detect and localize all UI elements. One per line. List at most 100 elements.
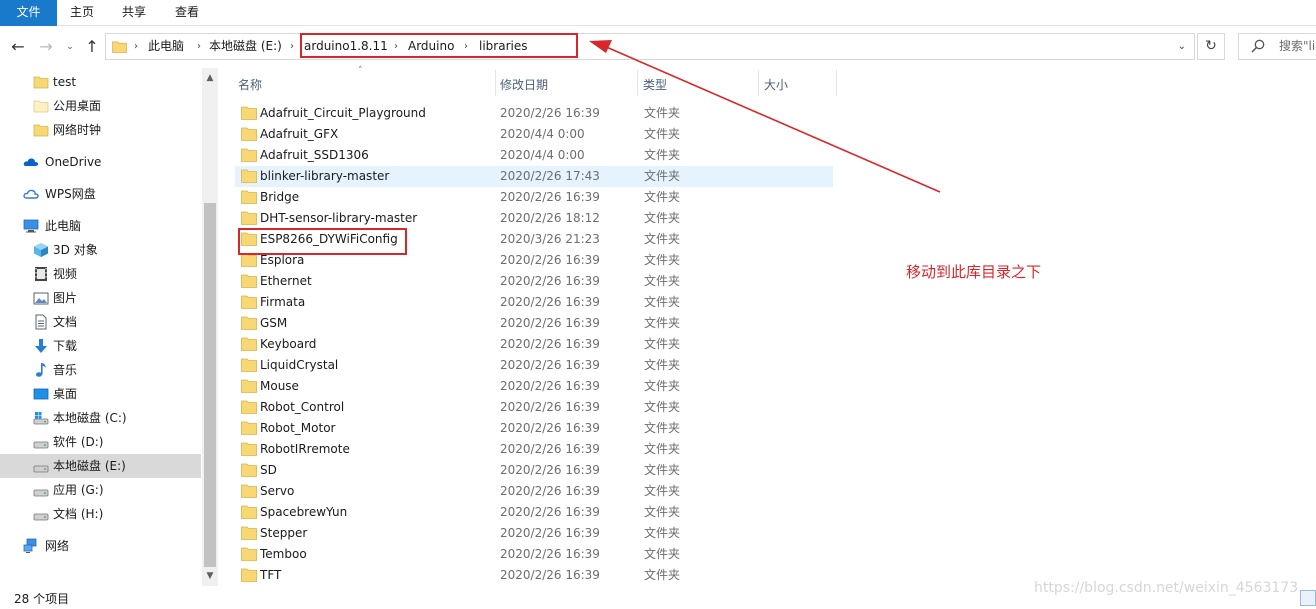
- column-header-name[interactable]: 名称: [238, 68, 496, 98]
- file-name: LiquidCrystal: [260, 358, 339, 372]
- column-divider[interactable]: [758, 70, 759, 96]
- folder-icon: [241, 568, 257, 582]
- sidebar-item-3d-objects[interactable]: 3D 对象: [0, 238, 201, 262]
- file-type: 文件夹: [644, 526, 681, 540]
- folder-icon: [241, 190, 257, 204]
- table-row[interactable]: SpacebrewYun 2020/2/26 16:39 文件夹: [235, 502, 833, 523]
- sidebar-item-test[interactable]: test: [0, 70, 201, 94]
- refresh-icon[interactable]: ↻: [1197, 33, 1225, 60]
- breadcrumb-chevron-icon[interactable]: ›: [197, 34, 201, 59]
- table-row[interactable]: Robot_Control 2020/2/26 16:39 文件夹: [235, 397, 833, 418]
- table-row[interactable]: LiquidCrystal 2020/2/26 16:39 文件夹: [235, 355, 833, 376]
- file-date: 2020/2/26 16:39: [500, 568, 600, 582]
- sidebar-item-network[interactable]: 网络: [0, 534, 201, 558]
- search-icon: [1251, 39, 1265, 53]
- file-type: 文件夹: [644, 211, 681, 225]
- file-date: 2020/2/26 16:39: [500, 421, 600, 435]
- file-type: 文件夹: [644, 169, 681, 183]
- scroll-up-arrow-icon[interactable]: ▲: [202, 70, 218, 86]
- tab-view[interactable]: 查看: [162, 0, 212, 26]
- column-header-label: 名称: [238, 78, 263, 92]
- back-arrow-icon[interactable]: ←: [8, 37, 28, 57]
- folder-icon: [241, 526, 257, 540]
- file-date: 2020/2/26 16:39: [500, 463, 600, 477]
- sidebar-item-documents[interactable]: 文档: [0, 310, 201, 334]
- column-header-date[interactable]: 修改日期: [500, 68, 636, 98]
- sidebar-item-label: OneDrive: [45, 155, 102, 169]
- table-row[interactable]: TFT 2020/2/26 16:39 文件夹: [235, 565, 833, 586]
- sidebar-item-onedrive[interactable]: OneDrive: [0, 150, 201, 174]
- table-row[interactable]: RobotIRremote 2020/2/26 16:39 文件夹: [235, 439, 833, 460]
- scrollbar-thumb[interactable]: [204, 203, 216, 567]
- sidebar-item-downloads[interactable]: 下载: [0, 334, 201, 358]
- address-bar[interactable]: › 此电脑 › 本地磁盘 (E:) › arduino1.8.11 › Ardu…: [105, 33, 1195, 60]
- file-type: 文件夹: [644, 568, 681, 582]
- item-count: 28 个项目: [14, 592, 70, 606]
- sidebar-item-label: 网络: [45, 539, 70, 553]
- navigation-pane: test 公用桌面 网络时钟 OneDrive WPS网盘 此电脑 3D 对象 …: [0, 68, 201, 586]
- address-dropdown-chevron-icon[interactable]: ⌄: [1178, 34, 1186, 59]
- computer-icon: [23, 219, 39, 233]
- sidebar-item-wps-drive[interactable]: WPS网盘: [0, 182, 201, 206]
- table-row[interactable]: Bridge 2020/2/26 16:39 文件夹: [235, 187, 833, 208]
- table-row[interactable]: blinker-library-master 2020/2/26 17:43 文…: [235, 166, 833, 187]
- column-header-size[interactable]: 大小: [764, 68, 836, 98]
- table-row[interactable]: Temboo 2020/2/26 16:39 文件夹: [235, 544, 833, 565]
- search-input[interactable]: 搜索"li: [1279, 34, 1315, 59]
- up-arrow-icon[interactable]: ↑: [82, 37, 102, 57]
- column-divider[interactable]: [637, 70, 638, 96]
- table-row[interactable]: Stepper 2020/2/26 16:39 文件夹: [235, 523, 833, 544]
- table-row[interactable]: Adafruit_Circuit_Playground 2020/2/26 16…: [235, 103, 833, 124]
- table-row[interactable]: Ethernet 2020/2/26 16:39 文件夹: [235, 271, 833, 292]
- sidebar-scrollbar[interactable]: ▲ ▼: [202, 68, 218, 586]
- search-box[interactable]: 搜索"li: [1238, 33, 1316, 60]
- sidebar-item-music[interactable]: 音乐: [0, 358, 201, 382]
- table-row[interactable]: Adafruit_GFX 2020/4/4 0:00 文件夹: [235, 124, 833, 145]
- breadcrumb-chevron-icon[interactable]: ›: [134, 34, 138, 59]
- sidebar-item-pictures[interactable]: 图片: [0, 286, 201, 310]
- sidebar-item-drive-d[interactable]: 软件 (D:): [0, 430, 201, 454]
- column-header-type[interactable]: 类型: [643, 68, 757, 98]
- table-row[interactable]: DHT-sensor-library-master 2020/2/26 18:1…: [235, 208, 833, 229]
- sidebar-item-drive-g[interactable]: 应用 (G:): [0, 478, 201, 502]
- sidebar-item-drive-c[interactable]: 本地磁盘 (C:): [0, 406, 201, 430]
- details-view-icon[interactable]: [1300, 590, 1316, 606]
- tab-file[interactable]: 文件: [0, 0, 57, 26]
- table-row[interactable]: Firmata 2020/2/26 16:39 文件夹: [235, 292, 833, 313]
- file-name: Servo: [260, 484, 295, 498]
- sidebar-item-label: WPS网盘: [45, 187, 96, 201]
- table-row[interactable]: Adafruit_SSD1306 2020/4/4 0:00 文件夹: [235, 145, 833, 166]
- table-row[interactable]: GSM 2020/2/26 16:39 文件夹: [235, 313, 833, 334]
- scroll-down-arrow-icon[interactable]: ▼: [202, 568, 218, 584]
- sidebar-item-videos[interactable]: 视频: [0, 262, 201, 286]
- breadcrumb-this-pc[interactable]: 此电脑: [148, 34, 184, 59]
- recent-locations-chevron-icon[interactable]: ⌄: [63, 37, 77, 57]
- sidebar-item-public-desktop[interactable]: 公用桌面: [0, 94, 201, 118]
- table-row[interactable]: Mouse 2020/2/26 16:39 文件夹: [235, 376, 833, 397]
- forward-arrow-icon[interactable]: →: [36, 37, 56, 57]
- sidebar-item-this-pc[interactable]: 此电脑: [0, 214, 201, 238]
- folder-icon: [241, 547, 257, 561]
- table-row[interactable]: Servo 2020/2/26 16:39 文件夹: [235, 481, 833, 502]
- breadcrumb-drive-e[interactable]: 本地磁盘 (E:): [209, 34, 282, 59]
- table-row[interactable]: Keyboard 2020/2/26 16:39 文件夹: [235, 334, 833, 355]
- tab-share[interactable]: 共享: [109, 0, 159, 26]
- sidebar-item-drive-e[interactable]: 本地磁盘 (E:): [0, 454, 201, 478]
- breadcrumb-chevron-icon[interactable]: ›: [290, 34, 294, 59]
- sidebar-item-desktop[interactable]: 桌面: [0, 382, 201, 406]
- sidebar-item-network-clock[interactable]: 网络时钟: [0, 118, 201, 142]
- column-header-label: 大小: [764, 78, 789, 92]
- table-row[interactable]: SD 2020/2/26 16:39 文件夹: [235, 460, 833, 481]
- table-row[interactable]: Robot_Motor 2020/2/26 16:39 文件夹: [235, 418, 833, 439]
- file-date: 2020/2/26 16:39: [500, 526, 600, 540]
- drive-icon: [33, 465, 49, 473]
- file-type: 文件夹: [644, 106, 681, 120]
- file-type: 文件夹: [644, 337, 681, 351]
- folder-icon: [241, 400, 257, 414]
- file-date: 2020/2/26 16:39: [500, 379, 600, 393]
- tab-home[interactable]: 主页: [57, 0, 107, 26]
- column-divider[interactable]: [836, 70, 837, 96]
- sidebar-item-drive-h[interactable]: 文档 (H:): [0, 502, 201, 526]
- column-divider[interactable]: [495, 70, 496, 96]
- file-date: 2020/2/26 16:39: [500, 547, 600, 561]
